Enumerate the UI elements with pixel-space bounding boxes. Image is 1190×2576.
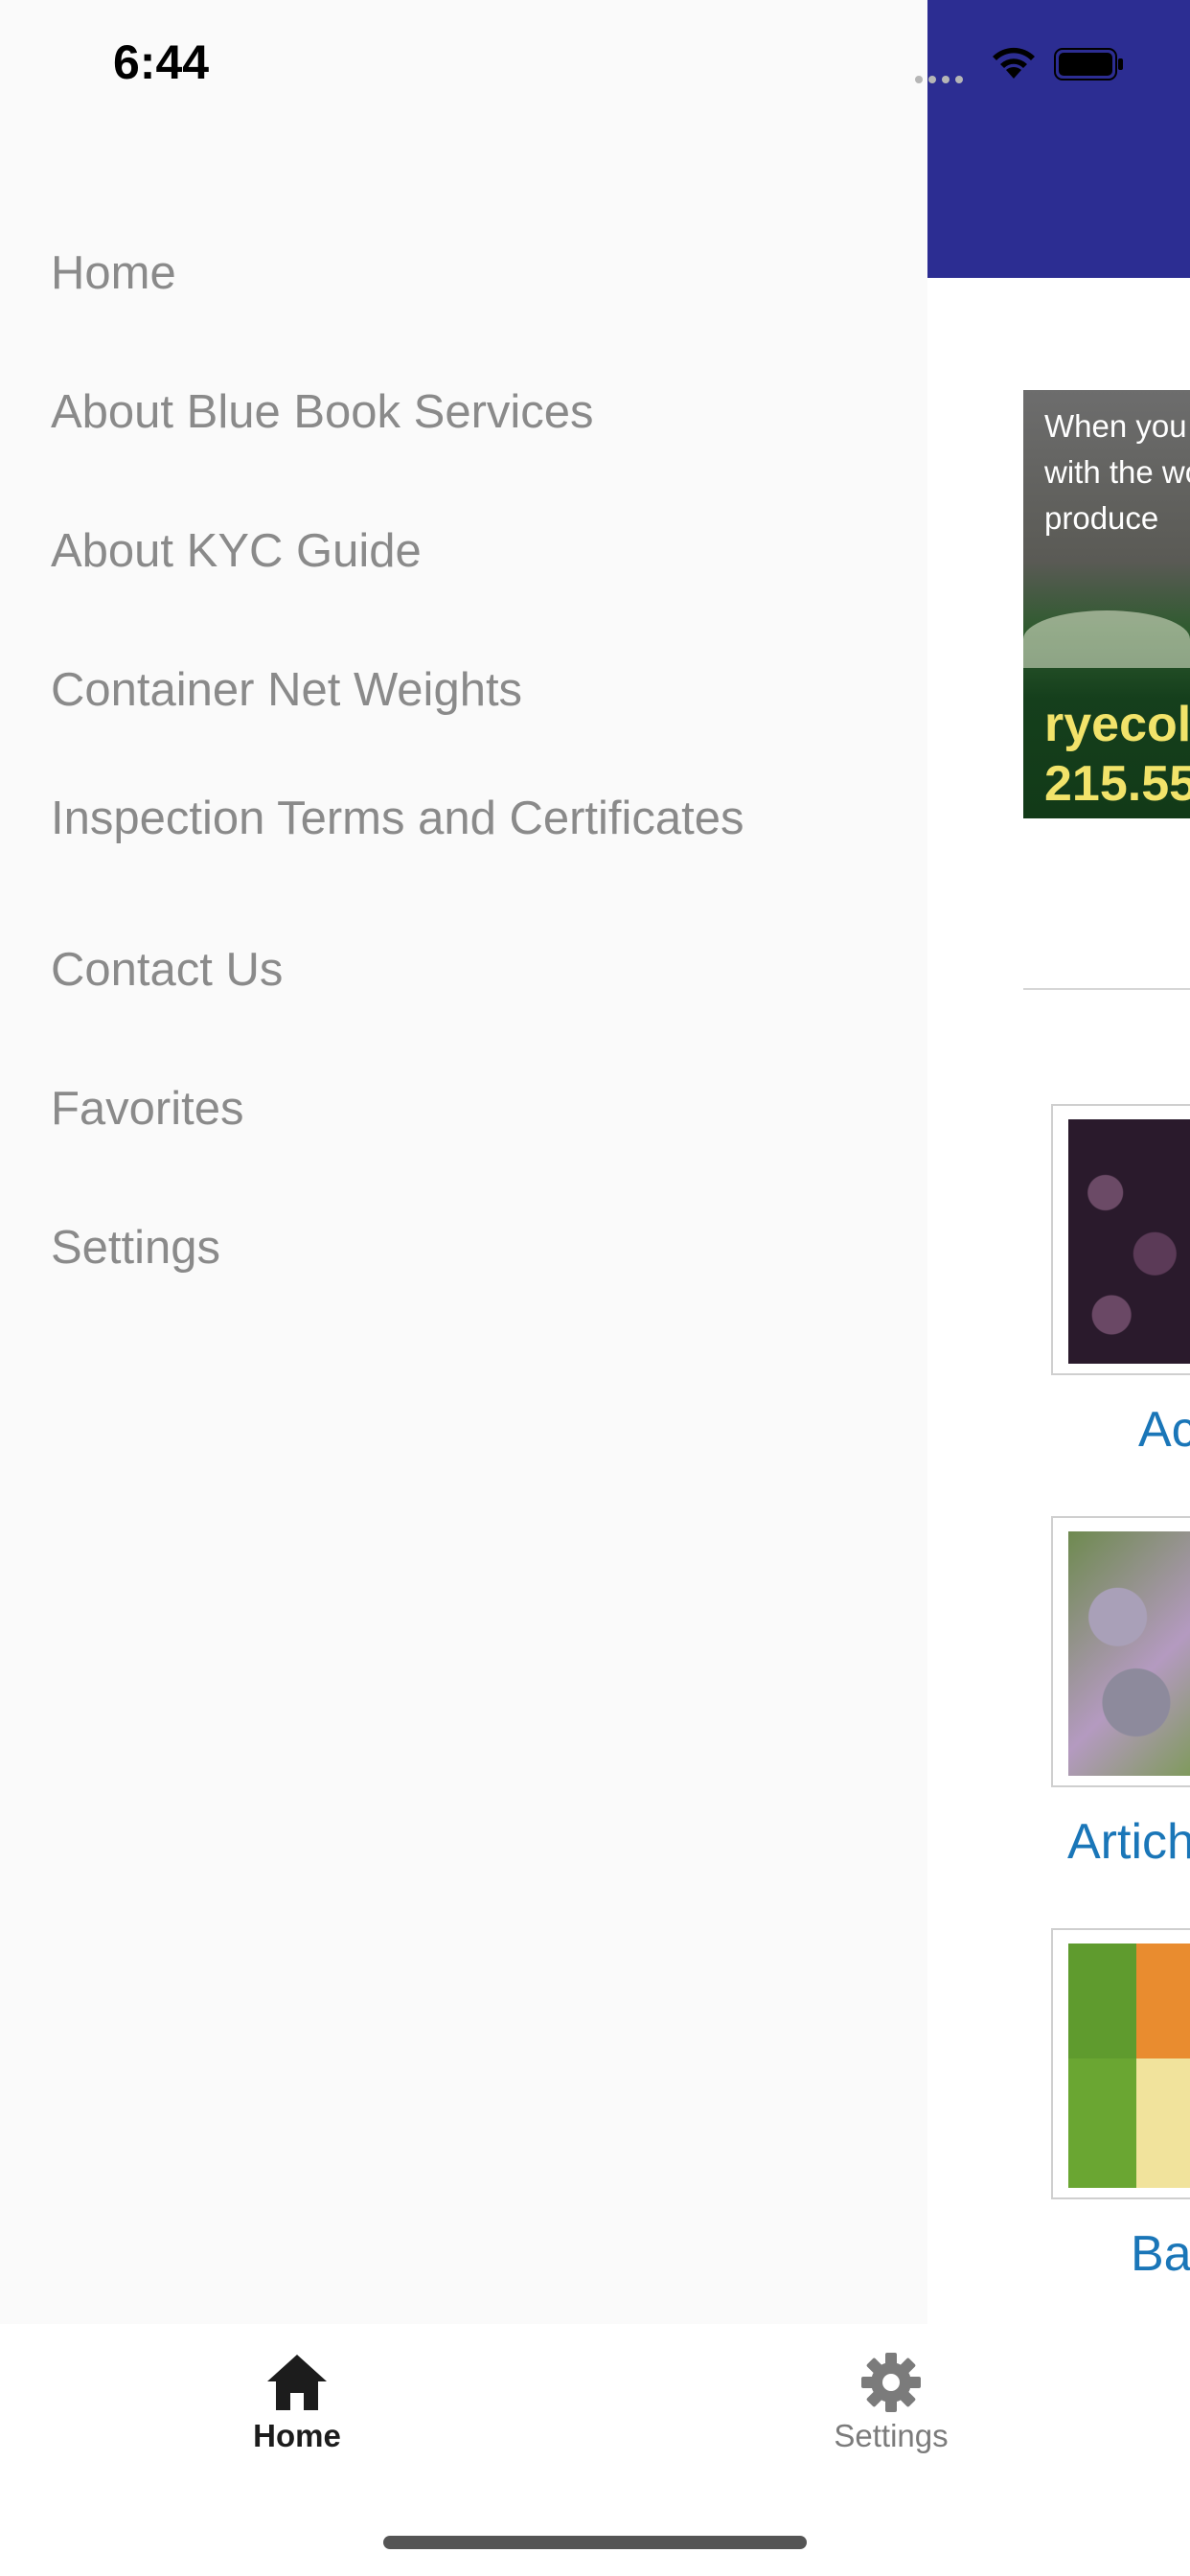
drawer-item-about-blue-book[interactable]: About Blue Book Services [51, 385, 594, 439]
section-divider [1023, 988, 1190, 990]
tab-home-label: Home [253, 2418, 341, 2453]
product-card-title[interactable]: Ac [1138, 1401, 1190, 1459]
tab-settings[interactable]: Settings [747, 2324, 1035, 2454]
product-card-baby-vegetables[interactable] [1051, 1928, 1190, 2199]
drawer-item-home[interactable]: Home [51, 246, 176, 300]
ad-banner-text: When you work with the world produce [1044, 408, 1190, 536]
ad-banner-brand: ryecol 215.55 [1044, 697, 1190, 812]
battery-icon [1054, 48, 1123, 80]
home-indicator[interactable] [383, 2536, 807, 2549]
drawer-item-settings[interactable]: Settings [51, 1221, 220, 1275]
signal-icon [915, 71, 969, 83]
drawer-item-favorites[interactable]: Favorites [51, 1082, 244, 1136]
tab-settings-label: Settings [834, 2418, 949, 2453]
ad-banner[interactable]: When you work with the world produce rye… [1023, 390, 1190, 818]
gear-icon [861, 2353, 921, 2412]
tab-home[interactable]: Home [153, 2324, 441, 2454]
drawer-item-container-net-weights[interactable]: Container Net Weights [51, 663, 522, 717]
baby-vegetables-image [1068, 1944, 1190, 2188]
drawer-item-about-kyc[interactable]: About KYC Guide [51, 524, 422, 578]
product-card-artichoke[interactable] [1051, 1516, 1190, 1787]
navigation-drawer: 6:44 Home About Blue Book Services About… [0, 0, 927, 2324]
drawer-item-contact-us[interactable]: Contact Us [51, 943, 283, 997]
acai-berries-image [1068, 1119, 1190, 1364]
product-card-acai[interactable] [1051, 1104, 1190, 1375]
wifi-icon [993, 47, 1035, 79]
status-time: 6:44 [113, 35, 210, 89]
ad-banner-image [1023, 610, 1190, 668]
drawer-item-inspection-terms[interactable]: Inspection Terms and Certificates [51, 792, 744, 845]
home-icon [267, 2355, 327, 2410]
product-card-title[interactable]: Ba [1131, 2225, 1190, 2283]
product-card-title[interactable]: Artich [1067, 1813, 1190, 1871]
artichokes-image [1068, 1531, 1190, 1776]
status-icons [915, 42, 1135, 90]
